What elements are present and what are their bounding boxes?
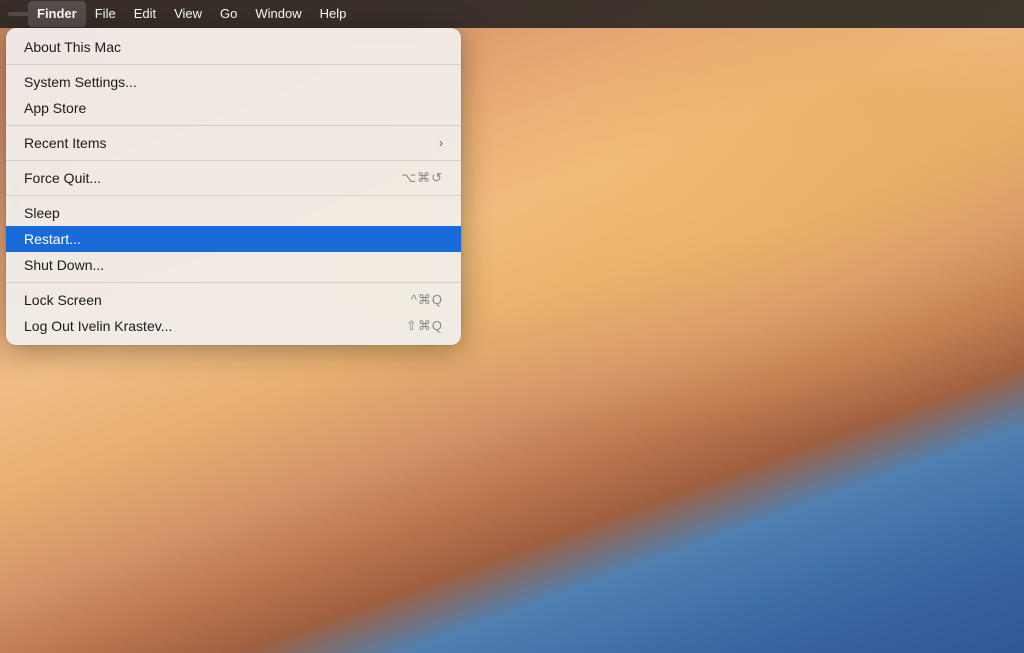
menu-item-app-store[interactable]: App Store xyxy=(6,95,461,121)
menu-item-restart-label: Restart... xyxy=(24,231,443,247)
menu-item-app-store-label: App Store xyxy=(24,100,443,116)
menubar-item-go[interactable]: Go xyxy=(211,1,246,27)
separator-2 xyxy=(6,125,461,126)
menubar-item-finder[interactable]: Finder xyxy=(28,1,86,27)
menu-item-recent-items[interactable]: Recent Items › xyxy=(6,130,461,156)
menu-item-force-quit[interactable]: Force Quit... ⌥⌘↺ xyxy=(6,165,461,191)
lock-screen-shortcut: ^⌘Q xyxy=(411,292,443,308)
menu-item-lock-screen[interactable]: Lock Screen ^⌘Q xyxy=(6,287,461,313)
separator-5 xyxy=(6,282,461,283)
chevron-right-icon: › xyxy=(439,136,443,150)
apple-dropdown-menu: About This Mac System Settings... App St… xyxy=(6,28,461,345)
menubar-item-view[interactable]: View xyxy=(165,1,211,27)
separator-1 xyxy=(6,64,461,65)
force-quit-shortcut: ⌥⌘↺ xyxy=(401,170,443,186)
menu-item-system-settings[interactable]: System Settings... xyxy=(6,69,461,95)
separator-3 xyxy=(6,160,461,161)
menu-item-about-label: About This Mac xyxy=(24,39,443,55)
menu-item-log-out-label: Log Out Ivelin Krastev... xyxy=(24,318,406,334)
menu-item-lock-screen-label: Lock Screen xyxy=(24,292,411,308)
menu-item-recent-items-label: Recent Items xyxy=(24,135,439,151)
menu-item-log-out[interactable]: Log Out Ivelin Krastev... ⇧⌘Q xyxy=(6,313,461,339)
menubar-item-window[interactable]: Window xyxy=(246,1,310,27)
menu-item-sleep-label: Sleep xyxy=(24,205,443,221)
menu-item-shut-down[interactable]: Shut Down... xyxy=(6,252,461,278)
menu-item-force-quit-label: Force Quit... xyxy=(24,170,401,186)
menu-item-sleep[interactable]: Sleep xyxy=(6,200,461,226)
menu-item-about[interactable]: About This Mac xyxy=(6,34,461,60)
apple-menu-button[interactable] xyxy=(8,12,28,16)
menubar-item-edit[interactable]: Edit xyxy=(125,1,165,27)
menu-item-shut-down-label: Shut Down... xyxy=(24,257,443,273)
separator-4 xyxy=(6,195,461,196)
menu-item-restart[interactable]: Restart... xyxy=(6,226,461,252)
menubar: Finder File Edit View Go Window Help xyxy=(0,0,1024,28)
log-out-shortcut: ⇧⌘Q xyxy=(406,318,443,334)
menubar-item-file[interactable]: File xyxy=(86,1,125,27)
menu-item-system-settings-label: System Settings... xyxy=(24,74,443,90)
menubar-item-help[interactable]: Help xyxy=(311,1,356,27)
